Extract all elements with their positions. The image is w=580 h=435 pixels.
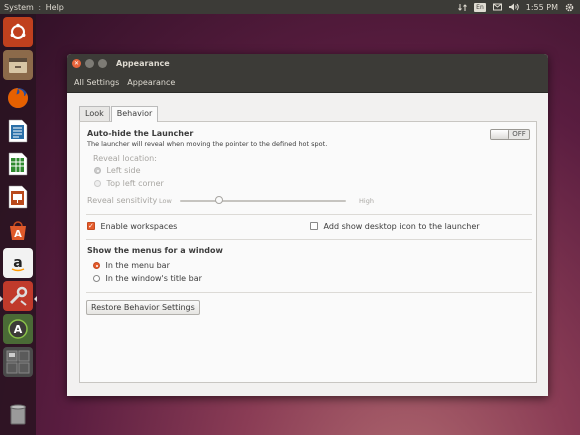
reveal-sensitivity-label: Reveal sensitivity <box>87 196 158 205</box>
network-icon[interactable] <box>458 3 468 12</box>
all-settings-button[interactable]: All Settings <box>72 78 121 87</box>
sensitivity-high-label: High <box>359 197 374 205</box>
clock[interactable]: 1:55 PM <box>526 3 558 12</box>
window-close-button[interactable]: ✕ <box>72 58 81 68</box>
libreoffice-writer-icon[interactable] <box>3 116 33 146</box>
window-minimize-button[interactable] <box>85 58 94 68</box>
radio-button <box>93 275 100 282</box>
close-icon: ✕ <box>73 59 80 67</box>
software-updater-icon[interactable]: A <box>3 314 33 344</box>
keyboard-layout-indicator[interactable]: En <box>474 2 486 12</box>
toggle-knob <box>491 130 509 139</box>
tab-bar: Look Behavior <box>79 106 159 122</box>
show-desktop-checkbox[interactable]: Add show desktop icon to the launcher <box>310 222 480 231</box>
enable-workspaces-label: Enable workspaces <box>100 222 178 231</box>
firefox-icon[interactable] <box>3 83 33 113</box>
breadcrumb-current[interactable]: Appearance <box>125 78 177 87</box>
divider <box>86 292 532 293</box>
menus-section-title: Show the menus for a window <box>87 246 223 255</box>
sensitivity-low-label: Low <box>159 197 172 205</box>
radio-button <box>94 180 101 187</box>
tab-look[interactable]: Look <box>79 106 110 121</box>
menu-help[interactable]: Help <box>46 3 64 12</box>
volume-icon[interactable] <box>508 3 519 11</box>
launcher: A a A <box>0 14 37 435</box>
workspace-switcher-icon[interactable] <box>3 347 33 377</box>
dash-home-icon[interactable] <box>3 17 33 47</box>
window-title: Appearance <box>116 58 170 68</box>
sensitivity-slider-track[interactable] <box>180 200 346 202</box>
amazon-icon[interactable]: a <box>3 248 33 278</box>
menus-in-title-bar-option[interactable]: In the window's title bar <box>93 274 202 283</box>
focused-pip <box>34 296 37 302</box>
autohide-title: Auto-hide the Launcher <box>87 129 194 138</box>
system-settings-icon[interactable] <box>3 281 33 311</box>
enable-workspaces-checkbox[interactable]: Enable workspaces <box>87 221 178 231</box>
libreoffice-calc-icon[interactable] <box>3 149 33 179</box>
app-name: System <box>4 2 34 12</box>
menus-in-title-bar-label: In the window's title bar <box>105 274 202 283</box>
radio-button <box>94 167 101 174</box>
session-gear-icon[interactable] <box>565 3 574 12</box>
restore-behavior-button[interactable]: Restore Behavior Settings <box>86 300 200 315</box>
autohide-description: The launcher will reveal when moving the… <box>87 140 328 148</box>
reveal-top-left-option[interactable]: Top left corner <box>94 179 164 188</box>
app-menu[interactable]: System : Help <box>4 3 64 12</box>
sensitivity-slider-handle[interactable] <box>215 196 224 204</box>
autohide-toggle[interactable]: OFF <box>490 129 530 140</box>
mail-icon[interactable] <box>492 3 502 11</box>
divider <box>86 214 532 215</box>
window-maximize-button[interactable] <box>98 58 107 68</box>
behavior-panel: Auto-hide the Launcher The launcher will… <box>79 121 537 383</box>
software-center-icon[interactable]: A <box>3 215 33 245</box>
appearance-window: ✕ Appearance All Settings Appearance Loo… <box>67 54 548 396</box>
top-panel: System : Help En 1:55 PM <box>0 0 580 14</box>
menus-in-menu-bar-label: In the menu bar <box>105 261 170 270</box>
indicator-area: En 1:55 PM <box>458 0 574 14</box>
tab-behavior[interactable]: Behavior <box>110 106 159 122</box>
reveal-left-side-option[interactable]: Left side <box>94 166 141 175</box>
trash-icon[interactable] <box>3 399 33 429</box>
svg-text:A: A <box>14 229 22 240</box>
reveal-left-side-label: Left side <box>106 166 141 175</box>
svg-text:A: A <box>14 323 23 336</box>
reveal-top-left-label: Top left corner <box>106 179 164 188</box>
show-desktop-label: Add show desktop icon to the launcher <box>323 222 480 231</box>
window-titlebar[interactable]: ✕ Appearance <box>67 54 548 72</box>
reveal-location-label: Reveal location: <box>93 154 157 163</box>
files-icon[interactable] <box>3 50 33 80</box>
radio-button <box>93 262 100 269</box>
svg-text:a: a <box>13 255 22 271</box>
menus-in-menu-bar-option[interactable]: In the menu bar <box>93 261 170 270</box>
divider <box>86 239 532 240</box>
libreoffice-impress-icon[interactable] <box>3 182 33 212</box>
toggle-state: OFF <box>512 130 526 138</box>
checkbox <box>310 222 318 230</box>
settings-toolbar: All Settings Appearance <box>67 72 548 93</box>
checkbox <box>87 221 95 231</box>
